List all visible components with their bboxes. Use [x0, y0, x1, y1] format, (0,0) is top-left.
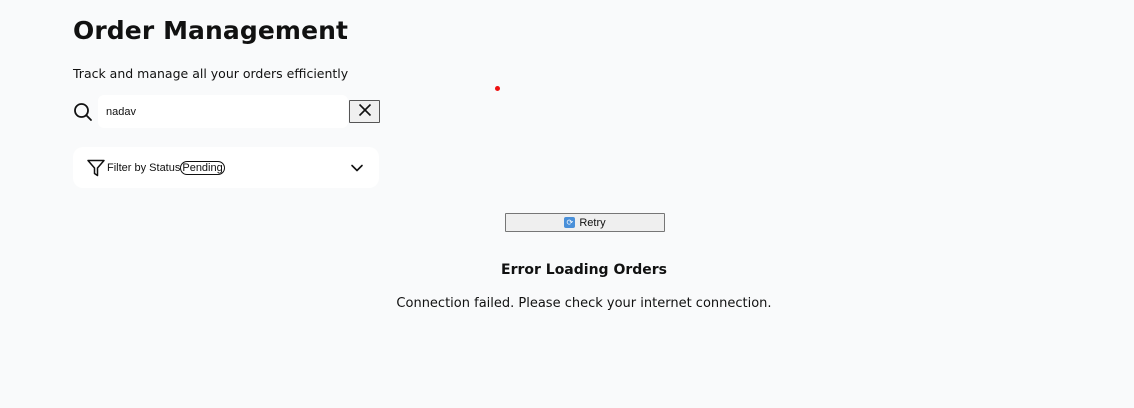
- order-management-page: Order Management Track and manage all yo…: [0, 0, 1134, 408]
- retry-label: Retry: [579, 216, 606, 229]
- search-bar: [73, 95, 348, 128]
- status-badge: Pending: [180, 160, 225, 175]
- status-filter-dropdown[interactable]: Filter by Status Pending: [73, 147, 379, 188]
- error-title: Error Loading Orders: [501, 262, 667, 278]
- filter-label: Filter by Status: [107, 161, 181, 174]
- search-icon: [73, 102, 93, 122]
- page-subtitle: Track and manage all your orders efficie…: [73, 66, 349, 81]
- close-icon: [358, 102, 372, 121]
- status-indicator-dot: [495, 86, 500, 91]
- refresh-icon: ⟳: [564, 217, 576, 228]
- search-input[interactable]: [98, 95, 348, 128]
- error-message: Connection failed. Please check your int…: [396, 296, 772, 311]
- retry-button[interactable]: ⟳ Retry: [505, 213, 665, 232]
- filter-icon: [86, 158, 106, 178]
- page-title: Order Management: [73, 16, 349, 45]
- chevron-down-icon[interactable]: [349, 160, 365, 176]
- clear-search-button[interactable]: [349, 100, 380, 123]
